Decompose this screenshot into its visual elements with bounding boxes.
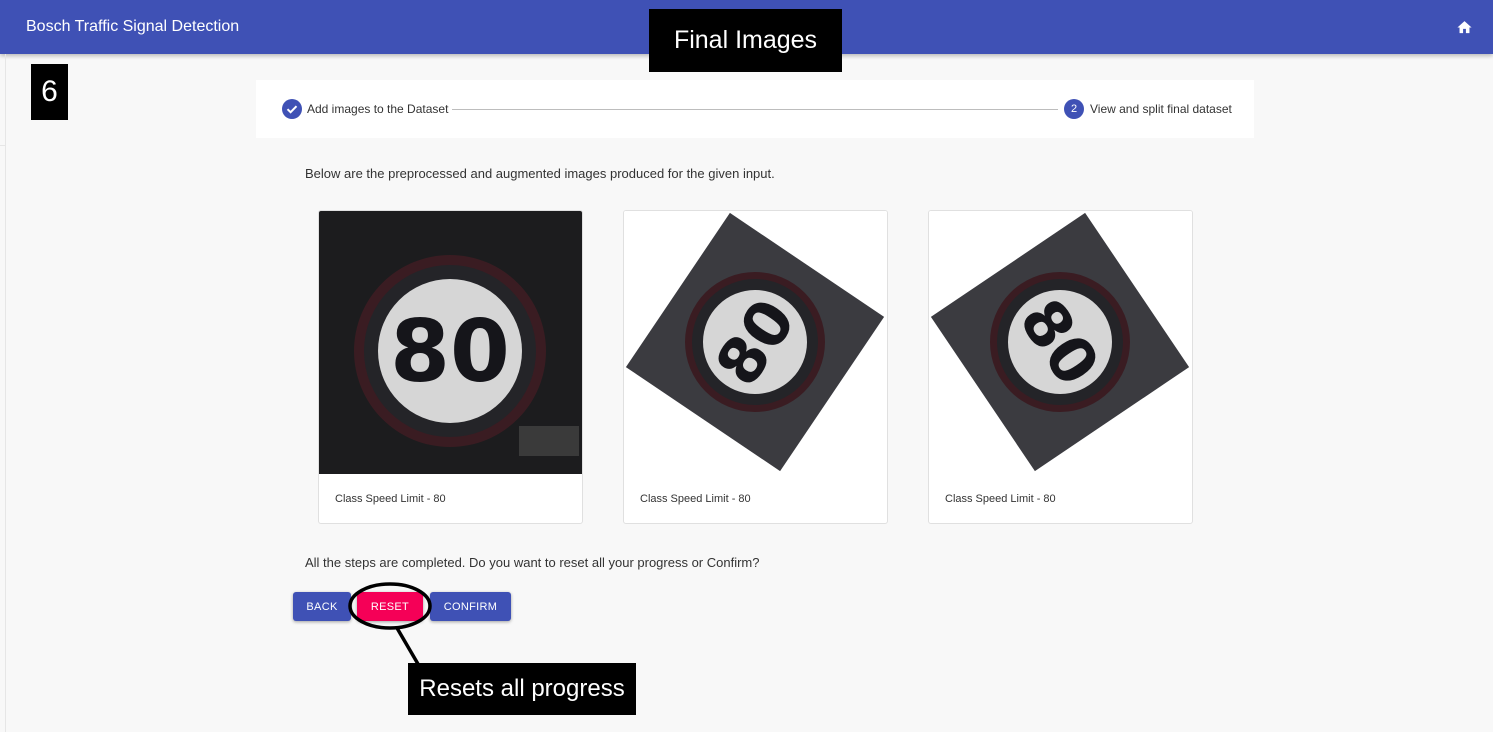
image-caption: Class Speed Limit - 80 (640, 493, 751, 505)
stepper: Add images to the Dataset 2 View and spl… (256, 80, 1254, 138)
step-1-label: Add images to the Dataset (307, 102, 449, 116)
image-caption: Class Speed Limit - 80 (945, 493, 1056, 505)
back-button[interactable]: BACK (293, 592, 351, 621)
intro-text: Below are the preprocessed and augmented… (305, 166, 775, 181)
home-icon[interactable] (1456, 19, 1473, 36)
confirm-button[interactable]: CONFIRM (430, 592, 511, 621)
step-2-label: View and split final dataset (1090, 102, 1232, 116)
speed-limit-sign-image: 80 (624, 211, 887, 474)
reset-annotation: Resets all progress (408, 663, 636, 715)
completion-question: All the steps are completed. Do you want… (305, 555, 760, 570)
image-card: 80 Class Speed Limit - 80 (623, 210, 888, 524)
drawer-divider (0, 145, 5, 146)
app-title: Bosch Traffic Signal Detection (26, 18, 240, 35)
speed-limit-sign-image: 80 (319, 211, 582, 474)
step-connector (452, 109, 1058, 110)
title-annotation: Final Images (649, 9, 842, 72)
check-icon (282, 99, 302, 119)
step-number-annotation: 6 (31, 64, 68, 120)
image-caption: Class Speed Limit - 80 (335, 493, 446, 505)
image-card: 80 Class Speed Limit - 80 (928, 210, 1193, 524)
sign-text: 80 (390, 302, 510, 402)
reset-button[interactable]: RESET (357, 592, 423, 621)
image-card: 80 Class Speed Limit - 80 (318, 210, 583, 524)
step-2-number: 2 (1064, 99, 1084, 119)
speed-limit-sign-image: 80 (929, 211, 1192, 474)
drawer-edge (5, 54, 6, 732)
